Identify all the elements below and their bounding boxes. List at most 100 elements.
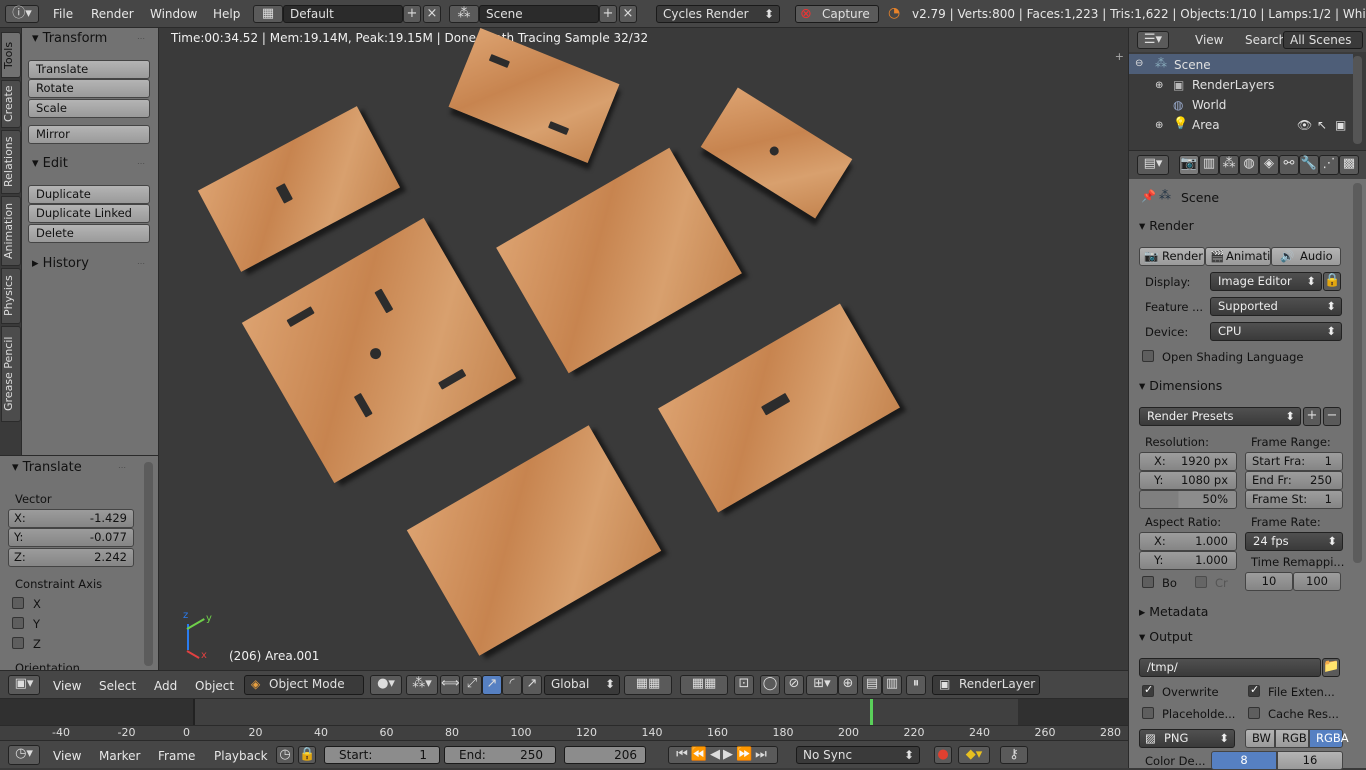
marker-menu[interactable]: Marker [99, 749, 140, 763]
tab-grease-pencil[interactable]: Grease Pencil [1, 326, 21, 422]
render-presets-dropdown[interactable]: Render Presets ⬍ [1139, 407, 1301, 426]
color-bw-button[interactable]: BW [1245, 729, 1275, 748]
mirror-button[interactable]: Mirror [28, 125, 150, 144]
aspect-y-field[interactable]: Y: 1.000 [1139, 551, 1237, 570]
duplicate-linked-button[interactable]: Duplicate Linked [28, 204, 150, 223]
render-layer-field[interactable]: ▣ RenderLayer [932, 675, 1040, 695]
output-panel-header[interactable]: ▾ Output [1139, 629, 1193, 644]
transform-panel-header[interactable]: ▾ Transform [32, 31, 107, 46]
transform-manip-icon[interactable]: ↗ [522, 675, 542, 695]
color-rgb-button[interactable]: RGB [1275, 729, 1309, 748]
data-tab-icon[interactable]: ⋰ [1319, 155, 1339, 175]
outliner-filter-dropdown[interactable]: All Scenes [1283, 31, 1363, 49]
add-region-icon[interactable]: + [1115, 50, 1124, 63]
audio-button[interactable]: 🔊 Audio [1271, 247, 1341, 266]
vector-y-field[interactable]: Y: -0.077 [8, 528, 134, 547]
aspect-x-field[interactable]: X: 1.000 [1139, 532, 1237, 551]
render-camera-icon[interactable]: ▣ [1335, 118, 1346, 132]
duplicate-button[interactable]: Duplicate [28, 185, 150, 204]
playback-menu[interactable]: Playback [214, 749, 268, 763]
scene-field[interactable]: Scene [479, 5, 599, 23]
render-layers-tab-icon[interactable]: ▥ [1199, 155, 1219, 175]
proportional-edit-icon[interactable]: ◯ [760, 675, 780, 695]
layers-grid-2[interactable]: ▦▦ [680, 675, 728, 695]
render-engine-dropdown[interactable]: Cycles Render ⬍ [656, 5, 780, 23]
view-menu[interactable]: View [53, 679, 81, 693]
color-rgba-button[interactable]: RGBA [1309, 729, 1349, 748]
visibility-eye-icon[interactable]: 👁 [1297, 118, 1312, 132]
frame-step-prop[interactable]: Frame St: 1 [1245, 490, 1343, 509]
drag-handle-icon[interactable]: ⋯ [137, 159, 146, 168]
animation-button[interactable]: 🎬Animatio [1205, 247, 1271, 266]
snap-element-icon[interactable]: ⊞▾ [806, 675, 838, 695]
start-frame-field[interactable]: Start: 1 [324, 746, 440, 764]
screen-layout-icon[interactable]: ▦ [253, 5, 283, 23]
remap-new-field[interactable]: 100 [1293, 572, 1341, 591]
manipulator-toggle-icon[interactable]: ⟺ [440, 675, 460, 695]
add-menu[interactable]: Add [154, 679, 177, 693]
device-dropdown[interactable]: CPU ⬍ [1210, 322, 1342, 341]
pause-icon[interactable]: ⏸ [906, 675, 926, 695]
pin-icon[interactable]: 📌 [1141, 189, 1156, 203]
layers-grid-1[interactable]: ▦▦ [624, 675, 672, 695]
menu-render[interactable]: Render [91, 7, 134, 21]
shading-dropdown-icon[interactable]: ●▾ [370, 675, 402, 695]
timeline-editor-icon[interactable]: ◷▾ [8, 745, 40, 765]
menu-window[interactable]: Window [150, 7, 197, 21]
feature-set-dropdown[interactable]: Supported ⬍ [1210, 297, 1342, 316]
render-panel-header[interactable]: ▾ Render [1139, 218, 1194, 233]
folder-icon[interactable]: 📁 [1322, 658, 1340, 677]
layout-field[interactable]: Default [283, 5, 403, 23]
menu-help[interactable]: Help [213, 7, 240, 21]
select-menu[interactable]: Select [99, 679, 136, 693]
metadata-panel-header[interactable]: ▸ Metadata [1139, 604, 1208, 619]
modifiers-tab-icon[interactable]: 🔧 [1299, 155, 1319, 175]
outliner-item-world[interactable]: World [1192, 98, 1226, 112]
constraint-z-checkbox[interactable] [12, 637, 24, 649]
end-frame-field[interactable]: End: 250 [444, 746, 556, 764]
add-scene-icon[interactable]: + [599, 5, 617, 23]
translate-button[interactable]: Translate [28, 60, 150, 79]
dimensions-panel-header[interactable]: ▾ Dimensions [1139, 378, 1222, 393]
tab-tools[interactable]: Tools [1, 32, 21, 78]
outliner-editor-icon[interactable]: ☰▾ [1137, 31, 1169, 49]
sync-dropdown[interactable]: No Sync ⬍ [796, 746, 920, 764]
file-extension-checkbox[interactable]: ✓ [1248, 683, 1260, 697]
add-layout-icon[interactable]: + [403, 5, 421, 23]
keyframe-icon[interactable]: ⚷ [1000, 746, 1028, 764]
info-editor-icon[interactable]: ⓘ▾ [5, 5, 39, 23]
select-cursor-icon[interactable]: ↖ [1317, 118, 1327, 132]
scene-icon[interactable]: ⁂ [449, 5, 479, 23]
tab-relations[interactable]: Relations [1, 130, 21, 194]
display-dropdown[interactable]: Image Editor ⬍ [1210, 272, 1322, 291]
playback-controls[interactable]: ⏮⏪◀▶⏩⏭ [668, 746, 778, 764]
capture-button[interactable]: ⊗ Capture [795, 5, 879, 23]
resolution-x-field[interactable]: X: 1920 px [1139, 452, 1237, 471]
keying-set-icon[interactable]: ◆▾ [958, 746, 990, 764]
start-frame-prop[interactable]: Start Fra: 1 [1245, 452, 1343, 471]
outliner-item-area[interactable]: Area [1192, 118, 1220, 132]
remove-scene-icon[interactable]: × [619, 5, 637, 23]
constraint-x-checkbox[interactable] [12, 597, 24, 609]
properties-editor-icon[interactable]: ▤▾ [1137, 155, 1169, 175]
fps-dropdown[interactable]: 24 fps ⬍ [1245, 532, 1343, 551]
object-tab-icon[interactable]: ◈ [1259, 155, 1279, 175]
vector-z-field[interactable]: Z: 2.242 [8, 548, 134, 567]
remove-layout-icon[interactable]: × [423, 5, 441, 23]
scale-button[interactable]: Scale [28, 99, 150, 118]
translate-manip-icon[interactable]: ⤢ [462, 675, 482, 695]
outliner-item-scene[interactable]: Scene [1174, 58, 1211, 72]
cache-result-checkbox[interactable] [1248, 707, 1260, 719]
edit-panel-header[interactable]: ▾ Edit [32, 156, 68, 171]
editor-type-icon[interactable]: ▣▾ [8, 675, 40, 695]
playhead[interactable] [870, 699, 873, 725]
timeline[interactable]: -40 -20 0 20 40 60 80 100 120 140 160 18… [0, 698, 1128, 740]
orientation-dropdown[interactable]: Global ⬍ [544, 675, 620, 695]
outliner-view-menu[interactable]: View [1195, 33, 1223, 47]
world-tab-icon[interactable]: ◍ [1239, 155, 1259, 175]
tab-animation[interactable]: Animation [1, 196, 21, 266]
drag-handle-icon[interactable]: ⋯ [118, 463, 127, 472]
depth-16-button[interactable]: 16 [1277, 751, 1343, 770]
texture-tab-icon[interactable]: ▩ [1339, 155, 1359, 175]
outliner-scrollbar[interactable] [1353, 56, 1362, 144]
